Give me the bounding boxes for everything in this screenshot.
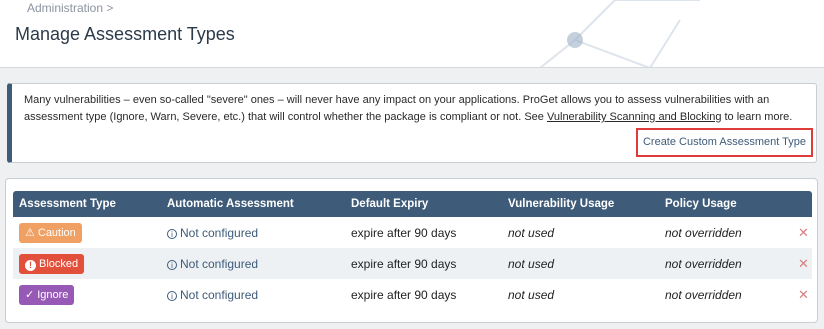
delete-icon[interactable]: ✕ <box>778 225 809 240</box>
badge-label: Ignore <box>37 288 69 301</box>
assessment-types-panel: Assessment Type Automatic Assessment Def… <box>5 178 818 323</box>
warning-icon: ⚠ <box>25 226 35 239</box>
info-text: Many vulnerabilities – even so-called "s… <box>24 92 814 126</box>
header-vulnerability-usage: Vulnerability Usage <box>508 198 615 210</box>
info-text-after: to learn more. <box>721 111 793 123</box>
page-title: Manage Assessment Types <box>15 24 235 44</box>
breadcrumb[interactable]: Administration > <box>27 1 113 15</box>
automatic-assessment-label: Not configured <box>180 225 259 240</box>
policy-usage: not overridden <box>665 287 742 302</box>
vulnerability-scanning-link[interactable]: Vulnerability Scanning and Blocking <box>547 111 721 123</box>
table-row: ✓ Ignore i Not configured expire after 90 … <box>13 279 812 310</box>
table-row: ! Blocked i Not configured expire after 90… <box>13 248 812 279</box>
delete-icon[interactable]: ✕ <box>778 287 809 302</box>
blocked-icon: ! <box>25 259 36 271</box>
automatic-assessment-link[interactable]: i Not configured <box>167 226 258 240</box>
header-assessment-type: Assessment Type <box>19 198 116 210</box>
create-custom-assessment-type-button[interactable]: Create Custom Assessment Type <box>636 128 813 157</box>
vulnerability-usage: not used <box>508 225 555 240</box>
default-expiry: expire after 90 days <box>351 256 457 271</box>
info-panel: Many vulnerabilities – even so-called "s… <box>7 83 817 163</box>
assessment-badge-caution[interactable]: ⚠ Caution <box>19 222 82 243</box>
vulnerability-usage: not used <box>508 287 555 302</box>
automatic-assessment-label: Not configured <box>180 287 259 302</box>
assessment-badge-blocked[interactable]: ! Blocked <box>19 253 85 274</box>
table-header-row: Assessment Type Automatic Assessment Def… <box>13 191 812 217</box>
vulnerability-usage: not used <box>508 256 555 271</box>
header-policy-usage: Policy Usage <box>665 198 737 210</box>
header-automatic-assessment: Automatic Assessment <box>167 198 294 210</box>
automatic-assessment-link[interactable]: i Not configured <box>167 257 258 271</box>
assessment-badge-ignore[interactable]: ✓ Ignore <box>19 284 75 305</box>
default-expiry: expire after 90 days <box>351 287 457 302</box>
header-actions <box>772 191 812 217</box>
info-circle-icon: i <box>167 259 177 270</box>
table-row: ⚠ Caution i Not configured expire after 90… <box>13 217 812 248</box>
header-decoration <box>539 0 700 67</box>
automatic-assessment-label: Not configured <box>180 256 259 271</box>
badge-label: Blocked <box>39 257 79 270</box>
automatic-assessment-link[interactable]: i Not configured <box>167 288 258 302</box>
default-expiry: expire after 90 days <box>351 225 457 240</box>
badge-label: Caution <box>37 226 76 239</box>
page-header: Administration > Manage Assessment Types <box>0 0 824 68</box>
delete-icon[interactable]: ✕ <box>778 256 809 271</box>
policy-usage: not overridden <box>665 225 742 240</box>
info-circle-icon: i <box>167 290 177 301</box>
check-icon: ✓ <box>25 288 35 301</box>
info-circle-icon: i <box>167 228 177 239</box>
policy-usage: not overridden <box>665 256 742 271</box>
assessment-types-table: Assessment Type Automatic Assessment Def… <box>13 191 812 310</box>
header-default-expiry: Default Expiry <box>351 198 429 210</box>
